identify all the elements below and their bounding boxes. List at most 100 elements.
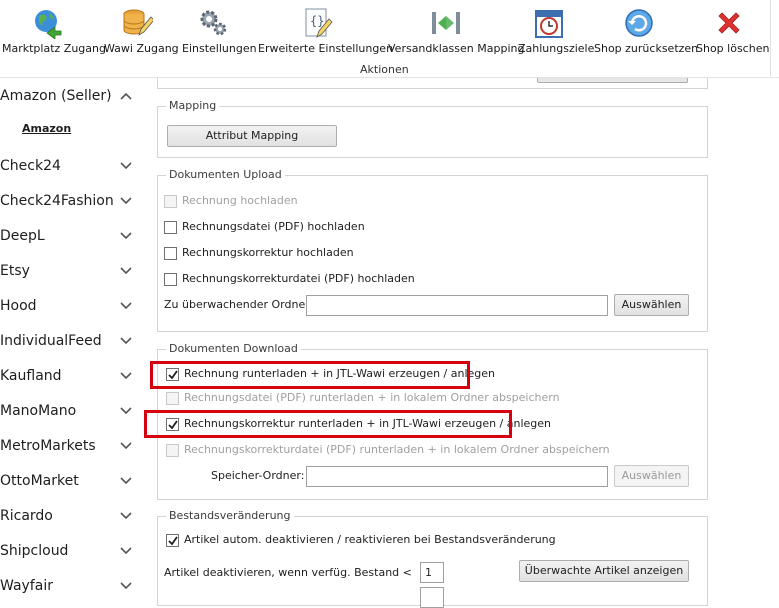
chevron-down-icon [120,407,132,415]
previous-group-button-edge[interactable] [537,78,688,83]
upload-folder-choose-button[interactable]: Auswählen [614,294,689,316]
ueberwachte-artikel-button[interactable]: Überwachte Artikel anzeigen [519,560,689,582]
sidebar-item-shipcloud[interactable]: Shipcloud [0,536,140,566]
checkbox-box [166,418,179,431]
sidebar-item-ricardo[interactable]: Ricardo [0,501,140,531]
marktplatz-zugang-button[interactable]: Marktplatz Zugang [0,0,106,60]
erweiterte-einstellungen-button[interactable]: {} Erweiterte Einstellungen [256,0,393,60]
sidebar-item-hood[interactable]: Hood [0,291,140,321]
mapping-group: Mapping Attribut Mapping [157,99,708,158]
sidebar-item-manomano[interactable]: ManoMano [0,396,140,426]
svg-text:{}: {} [310,14,324,28]
chevron-down-icon [120,512,132,520]
globe-refresh-icon [35,10,62,39]
checkbox-label: Rechnungskorrekturdatei (PDF) hochladen [182,272,415,285]
chevron-down-icon [120,477,132,485]
checkbox-box [166,534,179,547]
download-folder-choose-button[interactable]: Auswählen [614,465,689,487]
second-threshold-input[interactable] [420,587,444,608]
chevron-down-icon [120,337,132,345]
sidebar-item-check24fashion[interactable]: Check24Fashion [0,186,140,216]
checkbox-label: Rechnungskorrekturdatei (PDF) runterlade… [184,443,610,456]
checkbox-label: Rechnungskorrektur hochladen [182,246,354,259]
sidebar-subitem-amazon[interactable]: Amazon [22,122,71,135]
sidebar-item-label: Etsy [0,263,30,279]
sidebar-item-label: IndividualFeed [0,333,102,349]
einstellungen-label: Einstellungen [182,42,257,55]
checkbox-box [164,247,177,260]
threshold-input[interactable]: 1 [420,562,444,583]
database-edit-icon [123,9,153,36]
checkbox-label: Rechnung hochladen [182,194,298,207]
sidebar-item-label: Check24Fashion [0,193,114,209]
checkbox-box [166,368,179,381]
dokumenten-upload-group: Dokumenten Upload Rechnung hochladen Rec… [157,168,708,332]
mapping-arrows-icon [432,12,460,34]
calendar-clock-icon [535,10,563,38]
checkbox-box [166,444,179,457]
ribbon-toolbar: Marktplatz Zugang Wawi Zugang Einstellun… [0,0,779,78]
sidebar-item-label: Amazon (Seller) [0,88,112,104]
download-folder-input[interactable] [306,466,608,487]
versandklassen-mapping-label: Versandklassen Mapping [388,42,525,55]
checkbox-label: Rechnungsdatei (PDF) hochladen [182,220,365,233]
threshold-label: Artikel deaktivieren, wenn verfüg. Besta… [164,566,412,579]
chevron-down-icon [120,232,132,240]
chevron-down-icon [120,197,132,205]
sidebar-item-label: ManoMano [0,403,77,419]
sidebar-item-label: DeepL [0,228,45,244]
chevron-down-icon [120,162,132,170]
chevron-down-icon [120,267,132,275]
sidebar-item-etsy[interactable]: Etsy [0,256,140,286]
versandklassen-mapping-button[interactable]: Versandklassen Mapping [386,0,524,60]
checkbox-label: Rechnungskorrektur runterladen + in JTL-… [184,417,552,430]
chevron-down-icon [120,442,132,450]
bestandsveraenderung-group: Bestandsveränderung Artikel autom. deakt… [157,509,708,608]
download-folder-label: Speicher-Ordner: [211,469,305,482]
sidebar-item-label: Ricardo [0,508,53,524]
wawi-zugang-label: Wawi Zugang [104,42,179,55]
group-title: Dokumenten Upload [166,168,285,181]
sidebar-item-label: OttoMarket [0,473,79,489]
attribut-mapping-button[interactable]: Attribut Mapping [167,125,337,147]
chevron-down-icon [120,547,132,555]
einstellungen-button[interactable]: Einstellungen [180,0,257,60]
checkmark-icon [168,420,178,430]
sidebar-item-ottomarket[interactable]: OttoMarket [0,466,140,496]
wawi-zugang-button[interactable]: Wawi Zugang [102,0,179,60]
checkbox-box [164,221,177,234]
sidebar-item-amazon-seller[interactable]: Amazon (Seller) [0,81,140,111]
zahlungsziele-label: Zahlungsziele [518,42,595,55]
marktplatz-zugang-label: Marktplatz Zugang [2,42,106,55]
shop-zuruecksetzen-label: Shop zurücksetzen [594,42,699,55]
sidebar-item-metromarkets[interactable]: MetroMarkets [0,431,140,461]
chevron-down-icon [120,302,132,310]
dokumenten-download-group: Dokumenten Download Rechnung runterladen… [157,342,708,500]
shop-loeschen-button[interactable]: Shop löschen [694,0,769,60]
code-document-edit-icon: {} [305,8,333,38]
zahlungsziele-button[interactable]: Zahlungsziele [516,0,594,60]
sidebar-item-label: Check24 [0,158,61,174]
chevron-up-icon [120,92,132,100]
reset-arrow-icon [625,9,653,37]
checkbox-label: Rechnung runterladen + in JTL-Wawi erzeu… [184,367,496,380]
checkmark-icon [168,536,178,546]
toolbar-divider [770,0,771,76]
sidebar-item-individualfeed[interactable]: IndividualFeed [0,326,140,356]
sidebar-item-check24[interactable]: Check24 [0,151,140,181]
upload-folder-input[interactable] [306,295,608,316]
shop-zuruecksetzen-button[interactable]: Shop zurücksetzen [592,0,698,60]
sidebar-item-wayfair[interactable]: Wayfair [0,571,140,601]
group-title: Mapping [166,99,220,112]
checkmark-icon [168,370,178,380]
content-scroll-edge[interactable] [773,78,779,592]
sidebar-item-label: Shipcloud [0,543,69,559]
group-title: Bestandsveränderung [166,509,294,522]
red-x-icon [718,12,740,34]
gears-icon [200,10,227,36]
sidebar-item-label: MetroMarkets [0,438,96,454]
checkbox-box [166,392,179,405]
sidebar-item-deepl[interactable]: DeepL [0,221,140,251]
toolbar-group-label: Aktionen [360,63,409,76]
sidebar-item-kaufland[interactable]: Kaufland [0,361,140,391]
